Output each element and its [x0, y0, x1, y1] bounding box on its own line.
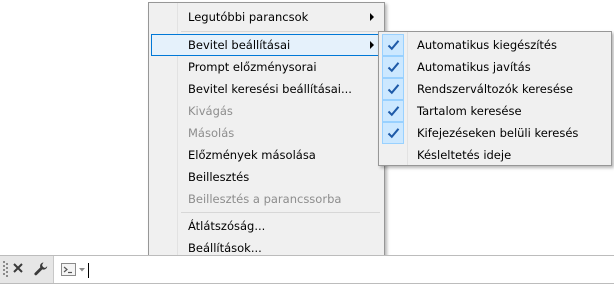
menu-item-paste-to-command-line: Beillesztés a parancssorba [151, 188, 382, 210]
submenu-item-search-content[interactable]: Tartalom keresése [381, 100, 609, 122]
submenu-item-label: Késleltetés ideje [417, 148, 512, 162]
menu-item-label: Másolás [188, 126, 235, 140]
menu-item-paste[interactable]: Beillesztés [151, 166, 382, 188]
wrench-icon[interactable] [33, 261, 49, 277]
submenu-item-label: Automatikus kiegészítés [417, 38, 557, 52]
prompt-icon[interactable] [61, 263, 76, 276]
command-line-bar [0, 255, 614, 284]
menu-item-input-settings[interactable]: Bevitel beállításai [151, 34, 382, 56]
chevron-down-icon[interactable] [79, 268, 85, 272]
menu-item-label: Legutóbbi parancsok [188, 10, 309, 24]
submenu-item-mid-string-search[interactable]: Kifejezéseken belüli keresés [381, 122, 609, 144]
menu-item-cut: Kivágás [151, 100, 382, 122]
submenu-item-label: Rendszerváltozók keresése [417, 82, 573, 96]
menu-item-label: Bevitel beállításai [188, 38, 291, 52]
checkmark-icon [382, 100, 404, 122]
command-line-toolbar [0, 256, 54, 283]
text-cursor [88, 263, 89, 278]
checkmark-icon [382, 56, 404, 78]
submenu-item-label: Tartalom keresése [417, 104, 522, 118]
checkmark-icon [382, 78, 404, 100]
submenu-arrow-icon [370, 41, 374, 49]
submenu-arrow-icon [370, 13, 374, 21]
grip-icon[interactable] [3, 261, 8, 278]
menu-item-copy-history[interactable]: Előzmények másolása [151, 144, 382, 166]
submenu-item-label: Automatikus javítás [417, 60, 531, 74]
menu-item-label: Kivágás [188, 104, 233, 118]
checkmark-icon [382, 122, 404, 144]
menu-item-prompt-history[interactable]: Prompt előzménysorai [151, 56, 382, 78]
menu-item-label: Beillesztés [188, 170, 250, 184]
context-menu: Legutóbbi parancsok Bevitel beállításai … [148, 2, 385, 260]
menu-item-label: Prompt előzménysorai [188, 60, 317, 74]
menu-item-label: Előzmények másolása [188, 148, 316, 162]
menu-item-label: Beillesztés a parancssorba [188, 192, 342, 206]
menu-item-recent-commands[interactable]: Legutóbbi parancsok [151, 6, 382, 28]
submenu-item-delay-time[interactable]: Késleltetés ideje [381, 144, 609, 166]
submenu-item-search-system-variables[interactable]: Rendszerváltozók keresése [381, 78, 609, 100]
menu-separator [181, 212, 380, 213]
menu-item-transparency[interactable]: Átlátszóság... [151, 215, 382, 237]
submenu-item-label: Kifejezéseken belüli keresés [417, 126, 579, 140]
input-settings-submenu: Automatikus kiegészítés Automatikus javí… [378, 31, 612, 166]
menu-item-label: Átlátszóság... [188, 219, 266, 233]
menu-item-copy: Másolás [151, 122, 382, 144]
submenu-item-autocorrect[interactable]: Automatikus javítás [381, 56, 609, 78]
command-input[interactable] [86, 259, 586, 280]
close-icon[interactable] [12, 262, 24, 274]
submenu-item-autocomplete[interactable]: Automatikus kiegészítés [381, 34, 609, 56]
checkmark-icon [382, 34, 404, 56]
menu-item-label: Beállítások... [188, 241, 262, 255]
menu-separator [181, 31, 380, 32]
menu-item-label: Bevitel keresési beállításai... [188, 82, 352, 96]
menu-item-input-search-settings[interactable]: Bevitel keresési beállításai... [151, 78, 382, 100]
